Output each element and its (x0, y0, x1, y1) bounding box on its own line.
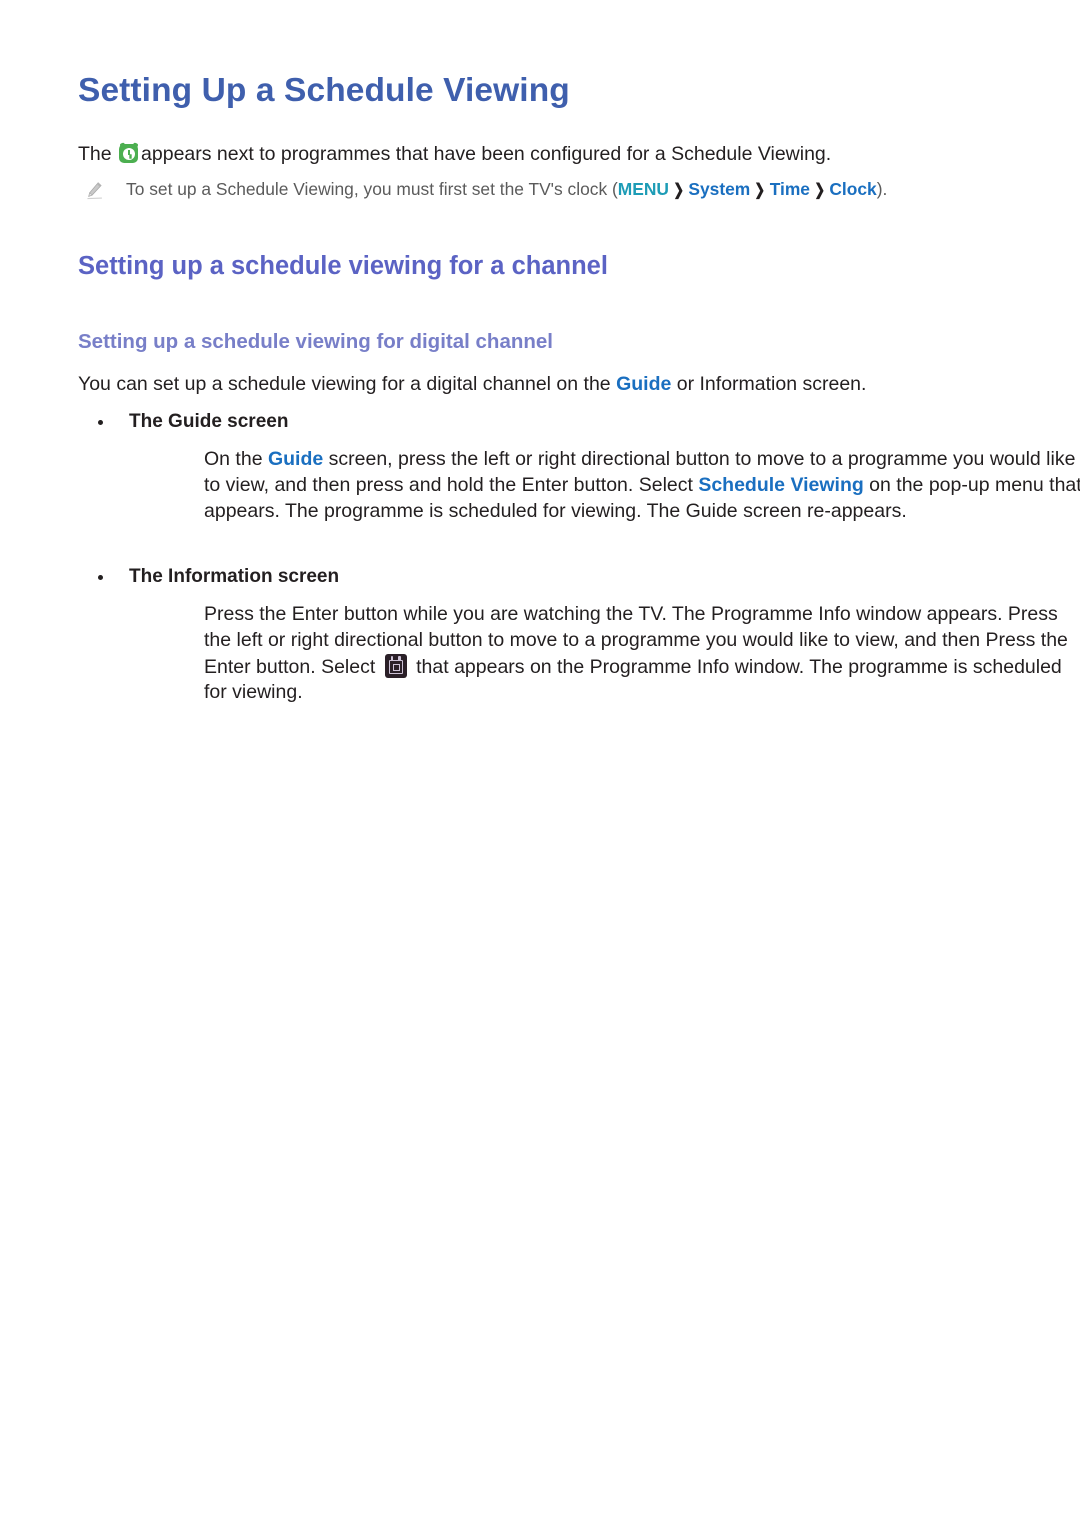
document-page: Setting Up a Schedule Viewing The appear… (0, 0, 1080, 1527)
bullet-dot-icon (98, 575, 103, 580)
schedule-clock-icon (118, 141, 139, 163)
bullet-dot-icon (98, 420, 103, 425)
menu-path-clock[interactable]: Clock (829, 179, 876, 199)
intro-paragraph: The appears next to programmes that have… (78, 141, 978, 168)
guide-body-part1: On the (204, 448, 268, 470)
bullet-label-information-screen: The Information screen (129, 566, 340, 587)
list-item: The Information screen (98, 564, 339, 590)
path-separator-2: ❯ (754, 182, 766, 199)
information-screen-paragraph: Press the Enter button while you are wat… (204, 602, 1080, 706)
digital-channel-lead: You can set up a schedule viewing for a … (78, 372, 988, 398)
menu-path-time[interactable]: Time (770, 179, 810, 199)
calendar-body (388, 659, 403, 674)
note-text-before: To set up a Schedule Viewing, you must f… (126, 179, 618, 199)
note-text: To set up a Schedule Viewing, you must f… (126, 178, 887, 202)
menu-path-system[interactable]: System (688, 179, 750, 199)
clock-bell-left (118, 141, 126, 148)
guide-link[interactable]: Guide (616, 373, 671, 395)
path-separator-1: ❯ (673, 182, 685, 199)
intro-text-before: The (78, 143, 118, 165)
path-separator-3: ❯ (814, 182, 826, 199)
section-heading: Setting up a schedule viewing for a chan… (78, 252, 608, 280)
note-text-after: ). (876, 179, 888, 199)
subsection-heading: Setting up a schedule viewing for digita… (78, 330, 553, 353)
guide-link-inline[interactable]: Guide (268, 448, 323, 470)
schedule-viewing-link[interactable]: Schedule Viewing (698, 474, 863, 496)
bullet-label-guide-screen: The Guide screen (129, 411, 289, 432)
lead-text-part2: or Information screen. (671, 373, 867, 395)
page-title: Setting Up a Schedule Viewing (78, 72, 570, 109)
calendar-schedule-icon (384, 653, 407, 678)
note-row: To set up a Schedule Viewing, you must f… (85, 178, 995, 202)
lead-text-part1: You can set up a schedule viewing for a … (78, 373, 617, 395)
menu-path-menu[interactable]: MENU (618, 179, 669, 199)
guide-screen-paragraph: On the Guide screen, press the left or r… (204, 447, 1080, 524)
pencil-icon (85, 181, 104, 200)
intro-text-after: appears next to programmes that have bee… (141, 143, 832, 165)
clock-bell-right (131, 141, 139, 148)
list-item: The Guide screen (98, 409, 288, 435)
